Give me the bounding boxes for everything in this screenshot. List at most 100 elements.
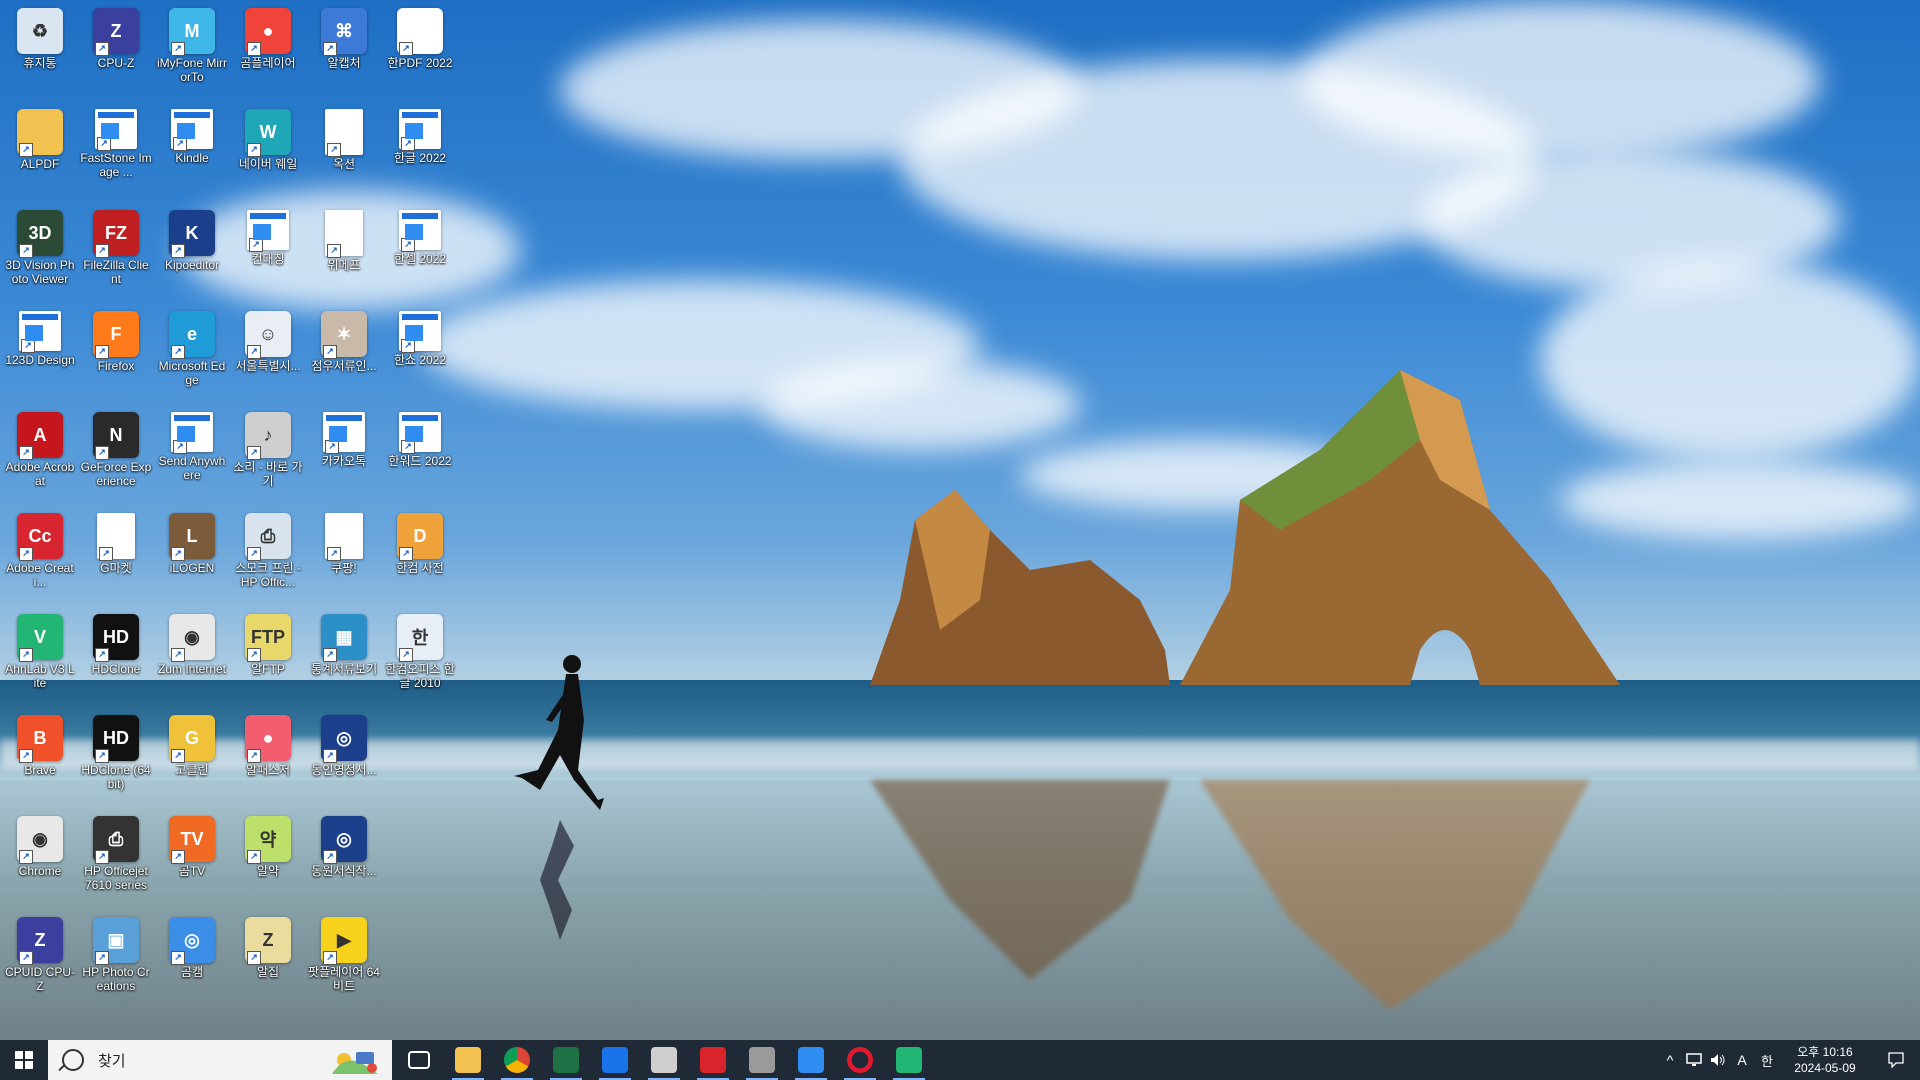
desktop-icon-label: 한글 2022 [393,151,447,165]
desktop-icon[interactable]: K ↗ Kipoeditor [154,204,230,304]
desktop-icon[interactable]: B ↗ Brave [2,709,78,809]
desktop-icon-label: Send Anywhere [158,454,226,482]
taskbar-app-usb-tool[interactable] [738,1040,786,1080]
taskbar-app-file-explorer[interactable] [444,1040,492,1080]
desktop-icon-label: 서울특별시... [235,359,301,373]
desktop-icon[interactable]: ● ↗ 곰플레이어 [230,2,306,102]
desktop-icon[interactable]: F ↗ Firefox [78,305,154,405]
taskbar-app-zoom-capture[interactable] [591,1040,639,1080]
shortcut-arrow-icon: ↗ [399,648,413,662]
desktop-icon-label: 곰캠 [180,965,204,979]
desktop[interactable]: ♻ 휴지통 Z ↗ CPU-Z M ↗ iMyFone MirrorTo ● ↗ 곰플레이어 ⌘ ↗ 알캡… [0,0,1920,1040]
desktop-icon[interactable]: ↗ 쿠팡! [306,507,382,607]
notification-center-button[interactable] [1876,1040,1916,1080]
desktop-icon[interactable]: FTP ↗ 알FTP [230,608,306,708]
desktop-icon[interactable]: ⎙ ↗ HP Officejet 7610 series [78,810,154,910]
desktop-icon-label: 휴지통 [23,56,57,70]
desktop-icon[interactable]: 한 ↗ 한컴오피스 한글 2010 [382,608,458,708]
task-view-icon [408,1051,430,1069]
desktop-icon-label: 소리 - 바로 가기 [233,460,303,488]
ime-mode-indicator[interactable]: A [1730,1040,1754,1080]
desktop-icon[interactable]: ☺ ↗ 서울특별시... [230,305,306,405]
desktop-icon[interactable]: W ↗ 네이버 웨일 [230,103,306,203]
taskbar-clock[interactable]: 오후 10:16 2024-05-09 [1784,1044,1866,1076]
shortcut-arrow-icon: ↗ [323,749,337,763]
taskbar-app-ahnlab[interactable] [885,1040,933,1080]
alftp-icon: FTP ↗ [245,614,291,662]
desktop-icon[interactable]: ↗ 위메프 [306,204,382,304]
desktop-icon[interactable]: ◉ ↗ Chrome [2,810,78,910]
shortcut-arrow-icon: ↗ [247,749,261,763]
desktop-icon[interactable]: ▦ ↗ 통계서류보기 [306,608,382,708]
desktop-icon[interactable]: ↗ 한쇼 2022 [382,305,458,405]
desktop-icon[interactable]: ↗ 한PDF 2022 [382,2,458,102]
taskbar-app-window-app[interactable] [787,1040,835,1080]
desktop-icon[interactable]: ↗ 카카오톡 [306,406,382,506]
desktop-icon[interactable]: ⌘ ↗ 알캡처 [306,2,382,102]
taskbar-app-paint[interactable] [640,1040,688,1080]
korean-ime-indicator[interactable]: 한 [1754,1040,1780,1080]
desktop-icon[interactable]: ◎ ↗ 곰캠 [154,911,230,1011]
desktop-icon[interactable]: L ↗ iLOGEN [154,507,230,607]
desktop-icon[interactable]: 3D ↗ 3D Vision Photo Viewer [2,204,78,304]
desktop-icon[interactable]: M ↗ iMyFone MirrorTo [154,2,230,102]
nvidia-icon: N ↗ [93,412,139,460]
desktop-icon[interactable]: ✶ ↗ 점우서류인... [306,305,382,405]
taskbar-app-excel[interactable] [542,1040,590,1080]
desktop-icon[interactable]: ◎ ↗ 동인영정서... [306,709,382,809]
desktop-icon[interactable]: ↗ 옥션 [306,103,382,203]
desktop-icon[interactable]: ▶ ↗ 팟플레이어 64 비트 [306,911,382,1011]
desktop-icon[interactable]: Z ↗ CPU-Z [78,2,154,102]
desktop-icon[interactable]: Cc ↗ Adobe Creati... [2,507,78,607]
desktop-icon[interactable]: G ↗ 고클린 [154,709,230,809]
desktop-icon[interactable]: e ↗ Microsoft Edge [154,305,230,405]
taskbar-app-chrome[interactable] [493,1040,541,1080]
desktop-icon[interactable]: ● ↗ 알패스저 [230,709,306,809]
desktop-icon[interactable]: ↗ FastStone Image ... [78,103,154,203]
taskbar-search-box[interactable]: 찾기 [48,1040,392,1080]
desktop-icon-label: 한셀 2022 [393,252,447,266]
volume-icon[interactable] [1706,1040,1730,1080]
desktop-icon[interactable]: ↗ G마켓 [78,507,154,607]
desktop-icon[interactable]: FZ ↗ FileZilla Client [78,204,154,304]
desktop-icon[interactable]: ↗ Send Anywhere [154,406,230,506]
window-icon: ↗ [171,412,213,454]
desktop-icon-label: 한PDF 2022 [387,56,453,70]
start-button[interactable] [0,1040,48,1080]
taskbar-app-calendar[interactable] [689,1040,737,1080]
taskbar-app-task-view[interactable] [395,1040,443,1080]
hdclone-icon: HD ↗ [93,715,139,763]
desktop-icon[interactable]: Z ↗ 알집 [230,911,306,1011]
desktop-icon[interactable]: ◉ ↗ Zum Internet [154,608,230,708]
document-icon: ↗ [325,210,363,258]
desktop-icon[interactable]: ↗ 한셀 2022 [382,204,458,304]
desktop-icon[interactable]: HD ↗ HDClone (64bit) [78,709,154,809]
desktop-icon[interactable]: ↗ Kindle [154,103,230,203]
alpass-icon: ● ↗ [245,715,291,763]
desktop-icon[interactable]: V ↗ AhnLab V3 Lite [2,608,78,708]
desktop-icon[interactable]: 약 ↗ 알약 [230,810,306,910]
desktop-icon[interactable]: HD ↗ HDClone [78,608,154,708]
shortcut-arrow-icon: ↗ [173,137,187,151]
shortcut-arrow-icon: ↗ [171,244,185,258]
tray-overflow-chevron[interactable]: ^ [1660,1040,1680,1080]
desktop-icon[interactable]: TV ↗ 곰TV [154,810,230,910]
desktop-icon[interactable]: ▣ ↗ HP Photo Creations [78,911,154,1011]
desktop-icon[interactable]: ◎ ↗ 동원서식작... [306,810,382,910]
desktop-icon[interactable]: ⎙ ↗ 스모크 프린 - HP Offic... [230,507,306,607]
desktop-icon[interactable]: ↗ 한워드 2022 [382,406,458,506]
printer-icon: ⎙ ↗ [93,816,139,864]
desktop-icon[interactable]: ↗ 컨대칭 [230,204,306,304]
desktop-icon[interactable]: A ↗ Adobe Acrobat [2,406,78,506]
desktop-icon[interactable]: ↗ 123D Design [2,305,78,405]
desktop-icon[interactable]: N ↗ GeForce Experience [78,406,154,506]
shortcut-arrow-icon: ↗ [247,42,261,56]
desktop-icon[interactable]: Z ↗ CPUID CPU-Z [2,911,78,1011]
desktop-icon[interactable]: ↗ 한글 2022 [382,103,458,203]
network-icon[interactable] [1682,1040,1706,1080]
desktop-icon[interactable]: ♻ 휴지통 [2,2,78,102]
desktop-icon[interactable]: ↗ ALPDF [2,103,78,203]
desktop-icon[interactable]: D ↗ 한컴 사전 [382,507,458,607]
desktop-icon[interactable]: ♪ ↗ 소리 - 바로 가기 [230,406,306,506]
taskbar-app-opera[interactable] [836,1040,884,1080]
